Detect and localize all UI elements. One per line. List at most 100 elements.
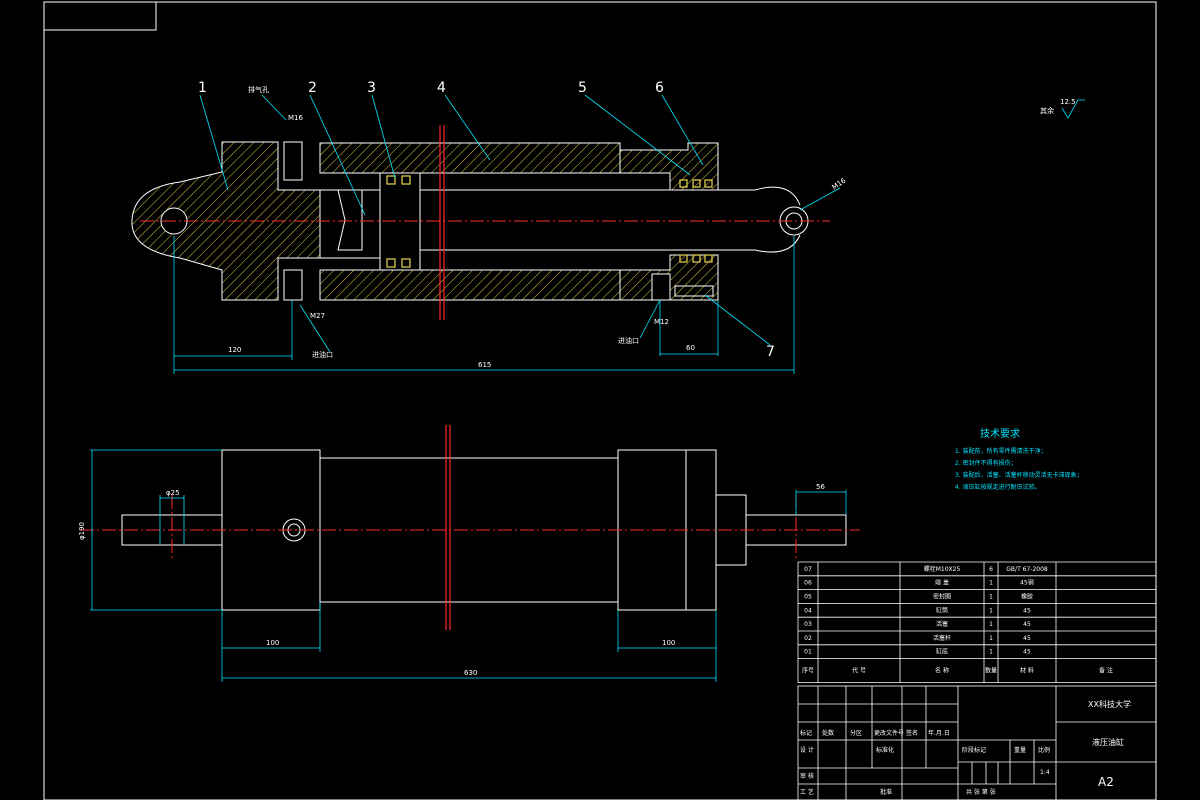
dim-120: 120 xyxy=(228,346,241,354)
tb-approve: 批准 xyxy=(880,788,892,796)
tb-sheets: 共 张 第 张 xyxy=(966,788,996,796)
balloon-6: 6 xyxy=(655,80,664,96)
roughness-value: 12.5 xyxy=(1060,98,1076,106)
tb-row-label-1: 标记 xyxy=(800,729,812,737)
parts-cell-no: 04 xyxy=(804,607,812,614)
parts-header-material: 材 料 xyxy=(1020,667,1034,675)
dim-190: φ190 xyxy=(78,522,86,540)
frame-tag-box xyxy=(43,1,157,31)
parts-header-code: 代 号 xyxy=(852,667,866,675)
rod-head-nut xyxy=(337,189,363,251)
oil-port-left xyxy=(283,269,303,301)
title-block: 标记 处数 分区 更改文件号 签名 年.月.日 设 计 标准化 阶段标记 重量 … xyxy=(797,685,1157,800)
parts-cell-no: 01 xyxy=(804,649,812,656)
parts-header-note: 备 注 xyxy=(1099,667,1113,675)
elevation-dimensions xyxy=(90,449,847,682)
tb-row-label-3: 分区 xyxy=(850,729,862,737)
piston-rod-outline xyxy=(278,186,801,259)
oil-port-right xyxy=(651,273,671,301)
parts-list-table: 07 螺栓M10X25 6 GB/T 67-2008 06 端 盖 1 45钢 05 密封圈 1 橡胶… xyxy=(797,561,1157,683)
parts-cell-name: 活塞 xyxy=(936,620,948,628)
parts-cell-material: 45钢 xyxy=(1020,579,1034,587)
label-thread-bottom-left: M27 xyxy=(310,312,325,320)
label-exhaust: 排气孔 xyxy=(248,85,269,94)
barrel-top-hatched xyxy=(319,142,621,174)
parts-cell-no: 07 xyxy=(804,566,812,573)
tb-row-label-5: 签名 xyxy=(906,729,918,737)
parts-header-name: 名 称 xyxy=(935,667,949,675)
dim-615: 615 xyxy=(478,361,491,369)
tb-row-label-4: 更改文件号 xyxy=(874,729,904,737)
label-oil-port-left: 进油口 xyxy=(312,350,333,359)
tb-stage: 阶段标记 xyxy=(962,746,986,754)
parts-cell-material: 45 xyxy=(1023,635,1031,642)
elevation-view: φ190 φ25 56 100 100 630 xyxy=(78,425,860,682)
tb-row-label-6: 年.月.日 xyxy=(928,729,950,737)
label-thread-eye: M16 xyxy=(831,176,848,191)
parts-cell-name: 缸筒 xyxy=(936,606,948,614)
balloon-2: 2 xyxy=(308,80,317,96)
parts-cell-name: 缸底 xyxy=(936,648,948,656)
parts-cell-no: 03 xyxy=(804,621,812,628)
tb-row-label-2: 处数 xyxy=(822,729,834,737)
label-oil-port-right: 进油口 xyxy=(618,336,639,345)
tb-ratio: 比例 xyxy=(1038,746,1050,754)
tb-process: 工 艺 xyxy=(800,788,814,796)
parts-cell-qty: 1 xyxy=(989,594,993,601)
parts-cell-name: 端 盖 xyxy=(935,579,949,587)
roughness-text: 其余 xyxy=(1040,106,1054,115)
parts-cell-qty: 1 xyxy=(989,635,993,642)
balloon-7: 7 xyxy=(766,344,775,360)
dim-630: 630 xyxy=(464,669,477,677)
barrel-bottom-hatched xyxy=(319,269,621,301)
balloon-5: 5 xyxy=(578,80,587,96)
tb-school: XX科技大学 xyxy=(1088,699,1131,709)
cad-drawing-sheet: 1 2 3 4 5 6 7 排气孔 M16 进油口 M27 进油口 M12 M1… xyxy=(43,1,1157,800)
balloon-3: 3 xyxy=(367,80,376,96)
parts-header-qty: 数量 xyxy=(985,667,997,675)
balloon-1: 1 xyxy=(198,80,207,96)
parts-cell-no: 06 xyxy=(804,580,812,587)
drawing-frame xyxy=(43,1,1157,800)
tb-design: 设 计 xyxy=(800,746,814,754)
exhaust-port xyxy=(283,141,303,181)
parts-cell-qty: 6 xyxy=(989,566,993,573)
parts-cell-name: 活塞杆 xyxy=(933,634,951,642)
section-view: 1 2 3 4 5 6 7 排气孔 M16 进油口 M27 进油口 M12 M1… xyxy=(131,80,1085,374)
parts-cell-no: 05 xyxy=(804,594,812,601)
tech-line-3: 3. 装配后，活塞、活塞杆移动灵活无卡滞现象； xyxy=(955,471,1083,479)
label-thread-top: M16 xyxy=(288,114,303,122)
end-cap-top xyxy=(619,142,719,191)
tb-weight: 重量 xyxy=(1014,746,1026,754)
parts-cell-qty: 1 xyxy=(989,607,993,614)
tb-review: 审 核 xyxy=(800,772,814,780)
parts-cell-material: 45 xyxy=(1023,621,1031,628)
dim-56: 56 xyxy=(816,483,825,491)
label-thread-bottom-right: M12 xyxy=(654,318,669,326)
parts-header-no: 序号 xyxy=(802,667,814,675)
parts-cell-qty: 1 xyxy=(989,649,993,656)
tech-line-4: 4. 液压缸按规定进行耐压试验。 xyxy=(955,483,1041,491)
parts-cell-qty: 1 xyxy=(989,621,993,628)
tb-drawing-name: 液压油缸 xyxy=(1092,737,1124,747)
parts-cell-material: 橡胶 xyxy=(1021,593,1033,601)
parts-cell-name: 密封圈 xyxy=(933,593,951,601)
tb-scale: 1:4 xyxy=(1040,769,1050,776)
balloon-4: 4 xyxy=(437,80,446,96)
tech-line-2: 2. 密封件不得有损伤； xyxy=(955,459,1017,467)
tb-sheet-size: A2 xyxy=(1098,775,1114,789)
parts-cell-material: 45 xyxy=(1023,607,1031,614)
parts-cell-material: 45 xyxy=(1023,649,1031,656)
tb-standard: 标准化 xyxy=(876,746,894,754)
parts-cell-qty: 1 xyxy=(989,580,993,587)
dim-60: 60 xyxy=(686,344,695,352)
dim-100-right: 100 xyxy=(662,639,675,647)
tech-title: 技术要求 xyxy=(980,427,1020,440)
dim-100-left: 100 xyxy=(266,639,279,647)
parts-cell-name: 螺栓M10X25 xyxy=(924,565,961,573)
parts-cell-material: GB/T 67-2008 xyxy=(1006,566,1048,573)
parts-cell-no: 02 xyxy=(804,635,812,642)
tech-line-1: 1. 装配前，所有零件需清洗干净； xyxy=(955,447,1047,455)
dim-25: φ25 xyxy=(166,489,180,497)
tech-requirements: 技术要求 1. 装配前，所有零件需清洗干净； 2. 密封件不得有损伤； 3. 装… xyxy=(955,427,1083,491)
